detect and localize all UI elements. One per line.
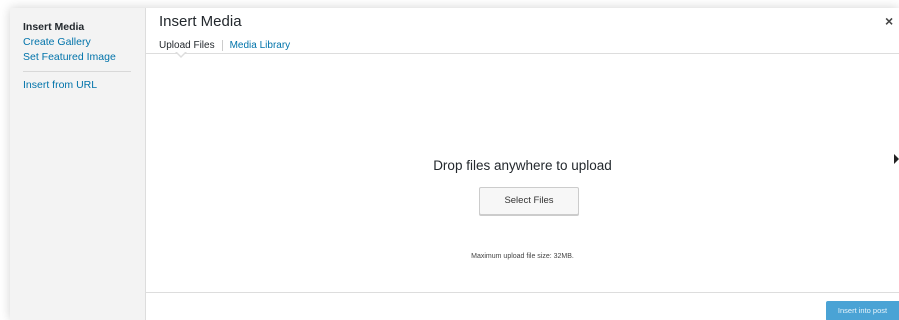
tab-separator xyxy=(221,39,223,51)
close-icon[interactable]: × xyxy=(885,14,899,28)
upload-area[interactable]: Drop files anywhere to upload Select Fil… xyxy=(146,54,899,292)
media-sidebar: Insert Media Create Gallery Set Featured… xyxy=(10,8,146,320)
modal-header: Insert Media Upload Files Media Library xyxy=(146,8,899,58)
select-files-button[interactable]: Select Files xyxy=(479,187,579,215)
sidebar-separator xyxy=(23,71,131,72)
tab-media-library[interactable]: Media Library xyxy=(230,40,291,51)
sidebar-item-create-gallery[interactable]: Create Gallery xyxy=(10,35,145,50)
sidebar-item-set-featured-image[interactable]: Set Featured Image xyxy=(10,50,145,65)
sidebar-item-insert-media[interactable]: Insert Media xyxy=(10,20,145,35)
max-upload-size-text: Maximum upload file size: 32MB. xyxy=(471,253,574,260)
tab-upload-files[interactable]: Upload Files xyxy=(159,40,215,51)
insert-into-post-button[interactable]: Insert into post xyxy=(826,301,899,320)
modal-footer: Insert into post xyxy=(146,292,899,320)
modal-title: Insert Media xyxy=(159,13,242,30)
media-modal: Insert Media Create Gallery Set Featured… xyxy=(10,8,899,320)
mouse-cursor-icon xyxy=(894,154,899,164)
sidebar-item-insert-from-url[interactable]: Insert from URL xyxy=(10,78,145,93)
drop-instructions: Drop files anywhere to upload xyxy=(433,158,612,173)
